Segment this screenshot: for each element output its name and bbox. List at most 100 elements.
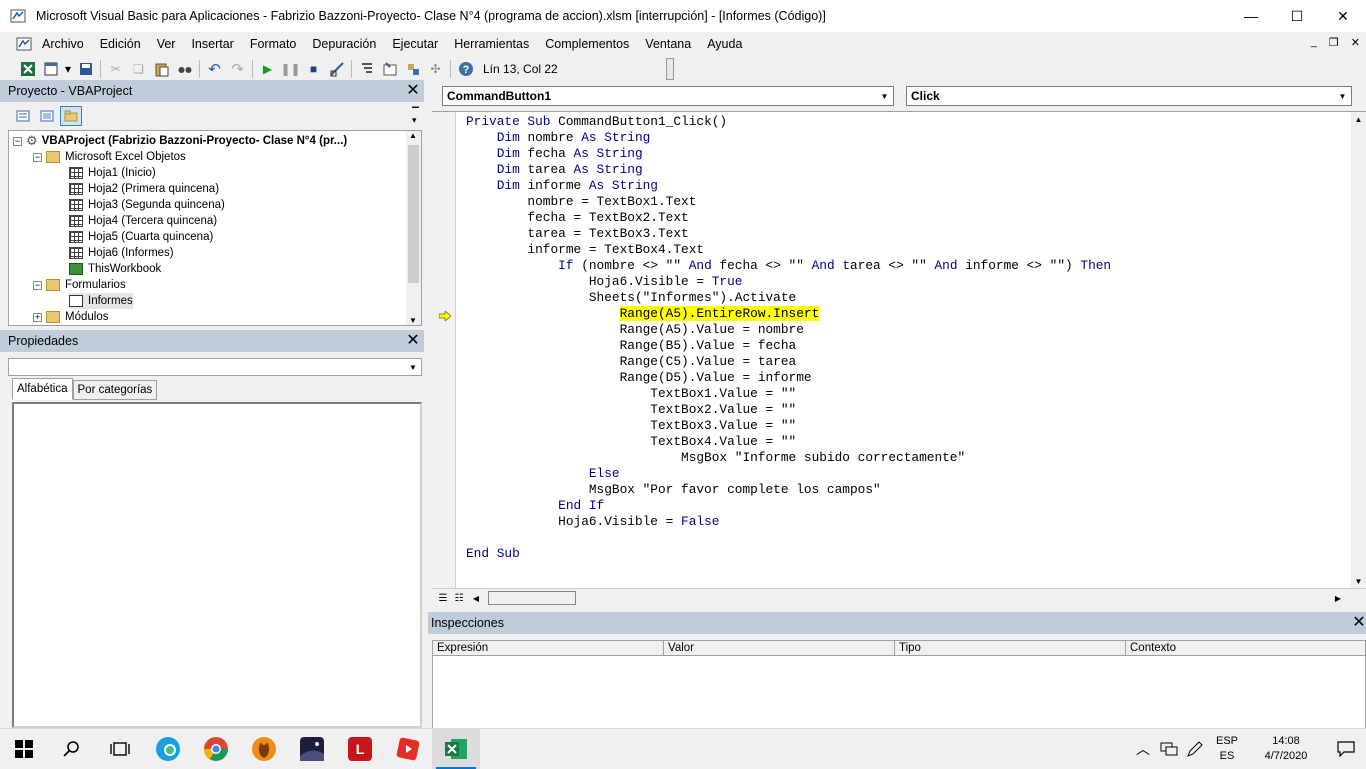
excel-icon[interactable] bbox=[432, 728, 480, 769]
save-icon[interactable] bbox=[74, 58, 97, 80]
network-icon[interactable] bbox=[1156, 729, 1182, 769]
column-expresion[interactable]: Expresión bbox=[433, 641, 664, 655]
menu-archivo[interactable]: Archivo bbox=[36, 37, 92, 51]
close-icon[interactable]: ✕ bbox=[1350, 613, 1366, 631]
scroll-thumb[interactable] bbox=[408, 145, 419, 283]
menu-ejecutar[interactable]: Ejecutar bbox=[384, 37, 446, 51]
code-line[interactable]: fecha = TextBox2.Text bbox=[466, 210, 1111, 226]
expander-icon[interactable]: − bbox=[13, 136, 22, 146]
code-line[interactable]: End Sub bbox=[466, 546, 1111, 562]
object-browser-icon[interactable] bbox=[401, 58, 424, 80]
cut-icon[interactable]: ✂ bbox=[104, 58, 127, 80]
code-line[interactable]: tarea = TextBox3.Text bbox=[466, 226, 1111, 242]
chevron-down-icon[interactable]: ▼ bbox=[1335, 88, 1350, 104]
column-contexto[interactable]: Contexto bbox=[1126, 641, 1365, 655]
paste-icon[interactable] bbox=[150, 58, 173, 80]
vba-menu-icon[interactable] bbox=[16, 36, 32, 52]
menu-edicion[interactable]: Edición bbox=[92, 37, 149, 51]
excel-view-icon[interactable] bbox=[16, 58, 39, 80]
breakpoint-margin[interactable] bbox=[432, 112, 456, 588]
code-line[interactable]: Range(C5).Value = tarea bbox=[466, 354, 1111, 370]
code-line[interactable]: TextBox3.Value = "" bbox=[466, 418, 1111, 434]
toolbar-grip[interactable] bbox=[666, 58, 674, 80]
video-app-icon[interactable] bbox=[384, 729, 432, 769]
code-line[interactable]: Sheets("Informes").Activate bbox=[466, 290, 1111, 306]
menu-herramientas[interactable]: Herramientas bbox=[446, 37, 537, 51]
code-line[interactable]: TextBox2.Value = "" bbox=[466, 402, 1111, 418]
code-text[interactable]: Private Sub CommandButton1_Click() Dim n… bbox=[466, 114, 1111, 562]
tree-node-excel-objects[interactable]: − Microsoft Excel Objetos bbox=[33, 149, 186, 165]
code-line[interactable]: If (nombre <> "" And fecha <> "" And tar… bbox=[466, 258, 1111, 274]
close-window-button[interactable]: ✕ bbox=[1320, 0, 1366, 32]
fl-studio-icon[interactable] bbox=[240, 729, 288, 769]
view-code-icon[interactable] bbox=[12, 106, 34, 126]
code-line[interactable]: Else bbox=[466, 466, 1111, 482]
scroll-down-icon[interactable]: ▼ bbox=[409, 316, 417, 325]
code-line[interactable]: Dim fecha As String bbox=[466, 146, 1111, 162]
help-icon[interactable]: ? bbox=[454, 58, 477, 80]
l-app-icon[interactable]: L bbox=[336, 729, 384, 769]
project-explorer-icon[interactable] bbox=[355, 58, 378, 80]
undo-icon[interactable]: ↶ bbox=[203, 58, 226, 80]
input-language[interactable]: ESP ES bbox=[1208, 734, 1246, 764]
break-icon[interactable]: ❚❚ bbox=[279, 58, 302, 80]
view-object-icon[interactable] bbox=[36, 106, 58, 126]
minimize-button[interactable]: — bbox=[1228, 0, 1274, 32]
code-line[interactable]: nombre = TextBox1.Text bbox=[466, 194, 1111, 210]
tree-node-sheet[interactable]: Hoja6 (Informes) bbox=[69, 245, 174, 261]
code-line[interactable]: MsgBox "Por favor complete los campos" bbox=[466, 482, 1111, 498]
column-valor[interactable]: Valor bbox=[664, 641, 895, 655]
mdi-close-button[interactable]: ✕ bbox=[1351, 36, 1360, 49]
toolbox-icon[interactable]: ✣ bbox=[424, 58, 447, 80]
code-line[interactable] bbox=[466, 530, 1111, 546]
tree-node-modules[interactable]: + Módulos bbox=[33, 309, 108, 325]
chevron-down-icon[interactable]: ▼ bbox=[405, 359, 421, 375]
tree-node-vbaproject[interactable]: − ⚙ VBAProject (Fabrizio Bazzoni-Proyect… bbox=[13, 133, 347, 149]
menu-ventana[interactable]: Ventana bbox=[637, 37, 699, 51]
maximize-button[interactable]: ☐ bbox=[1274, 0, 1320, 32]
column-tipo[interactable]: Tipo bbox=[895, 641, 1126, 655]
tree-node-sheet[interactable]: Hoja1 (Inicio) bbox=[69, 165, 156, 181]
chevron-down-icon[interactable]: ▼ bbox=[877, 88, 892, 104]
code-line[interactable]: Private Sub CommandButton1_Click() bbox=[466, 114, 1111, 130]
properties-window-icon[interactable] bbox=[378, 58, 401, 80]
code-line[interactable]: MsgBox "Informe subido correctamente" bbox=[466, 450, 1111, 466]
edge-icon[interactable] bbox=[144, 729, 192, 769]
scroll-down-icon[interactable]: ▼ bbox=[1351, 574, 1366, 589]
menu-ayuda[interactable]: Ayuda bbox=[699, 37, 750, 51]
scroll-up-icon[interactable]: ▲ bbox=[409, 131, 417, 140]
menu-ver[interactable]: Ver bbox=[149, 37, 184, 51]
code-line[interactable]: Dim tarea As String bbox=[466, 162, 1111, 178]
start-icon[interactable] bbox=[0, 729, 48, 769]
search-icon[interactable] bbox=[48, 729, 96, 769]
code-line[interactable]: Hoja6.Visible = False bbox=[466, 514, 1111, 530]
scroll-right-icon[interactable]: ▶ bbox=[1332, 591, 1344, 605]
redo-icon[interactable]: ↷ bbox=[226, 58, 249, 80]
code-line[interactable]: TextBox1.Value = "" bbox=[466, 386, 1111, 402]
menu-formato[interactable]: Formato bbox=[242, 37, 305, 51]
pen-icon[interactable] bbox=[1182, 729, 1208, 769]
chevron-down-icon[interactable]: ▾ bbox=[62, 58, 74, 80]
design-mode-icon[interactable] bbox=[325, 58, 348, 80]
tree-node-form-informes[interactable]: Informes bbox=[69, 293, 133, 309]
code-line[interactable]: informe = TextBox4.Text bbox=[466, 242, 1111, 258]
tree-node-sheet[interactable]: Hoja3 (Segunda quincena) bbox=[69, 197, 225, 213]
procedure-view-icon[interactable]: ☰ bbox=[436, 591, 450, 605]
code-line[interactable]: Hoja6.Visible = True bbox=[466, 274, 1111, 290]
stellarium-icon[interactable] bbox=[288, 729, 336, 769]
procedure-combo[interactable]: Click ▼ bbox=[906, 86, 1352, 106]
mdi-minimize-button[interactable]: _ bbox=[1311, 36, 1317, 49]
toggle-folders-icon[interactable] bbox=[60, 106, 82, 126]
close-icon[interactable]: ✕ bbox=[404, 331, 422, 349]
tree-node-sheet[interactable]: Hoja2 (Primera quincena) bbox=[69, 181, 219, 197]
clock[interactable]: 14:08 4/7/2020 bbox=[1246, 734, 1326, 764]
toolbar-overflow-icon[interactable]: ▔ ▾ bbox=[412, 108, 422, 126]
find-icon[interactable] bbox=[173, 58, 196, 80]
insert-module-icon[interactable] bbox=[39, 58, 62, 80]
watch-list[interactable] bbox=[432, 656, 1366, 730]
mdi-restore-button[interactable]: ❐ bbox=[1329, 36, 1339, 49]
copy-icon[interactable]: ❏ bbox=[127, 58, 150, 80]
chevron-up-icon[interactable]: ︿ bbox=[1130, 729, 1156, 769]
tree-node-sheet[interactable]: Hoja4 (Tercera quincena) bbox=[69, 213, 217, 229]
tree-node-thisworkbook[interactable]: ThisWorkbook bbox=[69, 261, 161, 277]
